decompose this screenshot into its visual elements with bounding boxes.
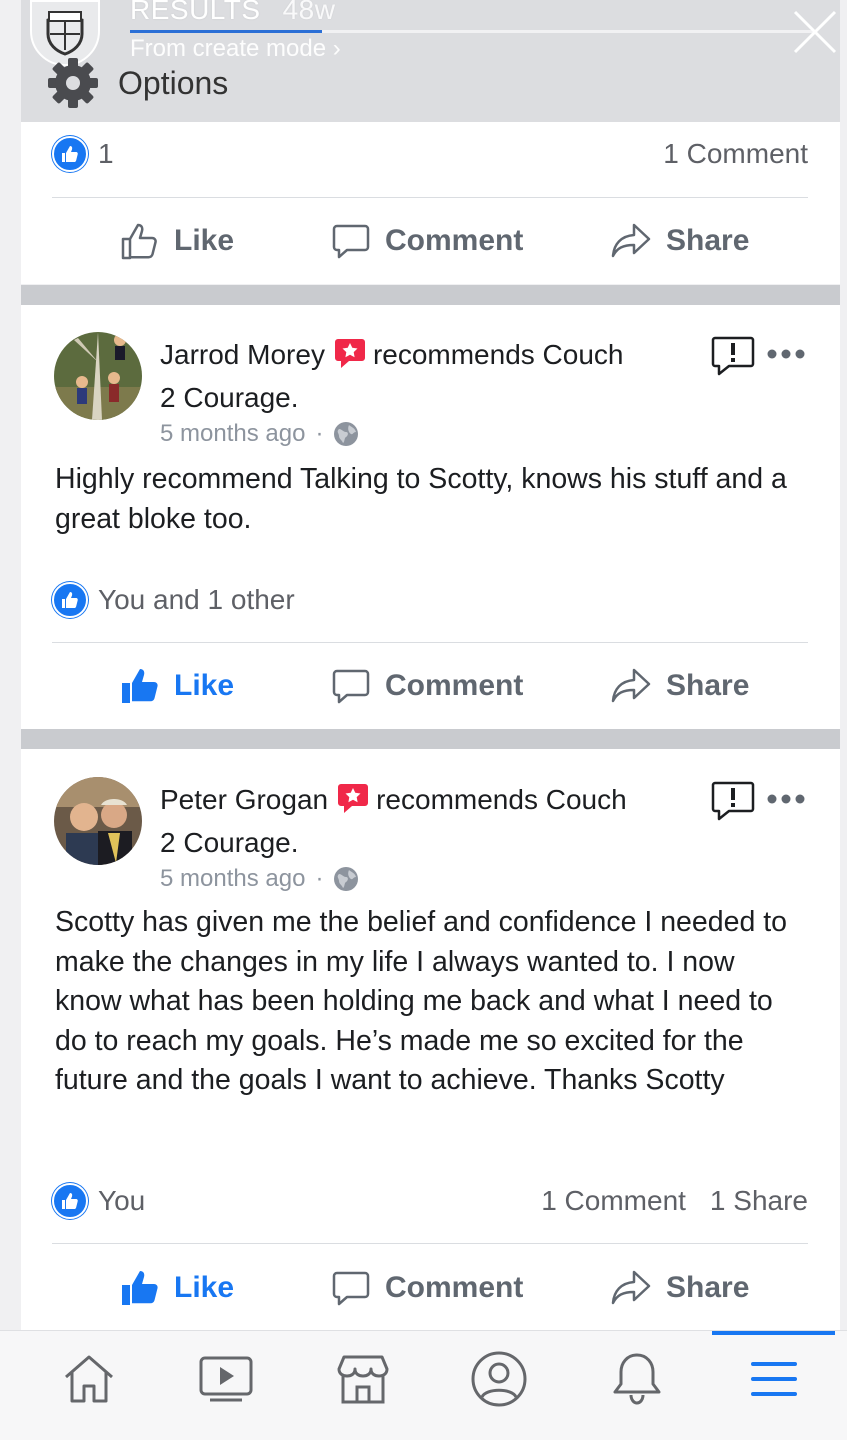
share-icon <box>611 1270 651 1305</box>
share-button[interactable]: Share <box>610 1253 749 1323</box>
post-timestamp: 5 months ago · <box>160 865 359 893</box>
post-body: Highly recommend Talking to Scotty, know… <box>55 463 787 535</box>
like-button[interactable]: Like <box>120 651 234 721</box>
avatar[interactable] <box>54 332 142 420</box>
nav-menu[interactable] <box>744 1349 804 1409</box>
post-actions: Like Comment Share <box>52 1253 808 1323</box>
story-title-text: RESULTS <box>130 0 261 25</box>
report-icon[interactable] <box>711 336 755 376</box>
bottom-navigation <box>0 1330 847 1440</box>
post-header: Jarrod Morey recommends Couch 2 Courage. <box>160 336 720 416</box>
section-separator <box>21 729 840 749</box>
post-stats: You and 1 other <box>52 576 808 624</box>
comment-count[interactable]: 1 Comment <box>663 138 808 170</box>
post-body: Scotty has given me the belief and confi… <box>55 906 787 1096</box>
report-icon[interactable] <box>711 781 755 821</box>
section-separator <box>21 285 840 305</box>
story-progress-bar <box>130 30 816 33</box>
like-reaction-icon[interactable] <box>52 582 88 618</box>
comment-button[interactable]: Comment <box>331 1253 523 1323</box>
like-button[interactable]: Like <box>120 1253 234 1323</box>
page-name[interactable]: 2 Courage. <box>160 827 299 858</box>
divider <box>52 197 808 198</box>
recommend-icon <box>336 781 370 824</box>
post-timestamp: 5 months ago · <box>160 420 359 448</box>
like-label: Like <box>174 669 235 702</box>
watch-icon <box>199 1356 253 1402</box>
home-icon <box>65 1355 113 1403</box>
story-progress-fill <box>130 30 323 33</box>
gear-icon <box>48 58 98 108</box>
share-icon <box>611 668 651 703</box>
nav-profile[interactable] <box>469 1349 529 1409</box>
recommend-icon <box>333 336 367 379</box>
top-post-actions: Like Comment Share <box>52 206 808 276</box>
time-text[interactable]: 5 months ago <box>160 865 305 893</box>
like-label: Like <box>174 224 235 257</box>
like-reaction-icon[interactable] <box>52 136 88 172</box>
share-label: Share <box>666 224 750 257</box>
share-label: Share <box>666 1271 750 1304</box>
separator-dot: · <box>315 865 324 892</box>
globe-icon <box>334 422 359 446</box>
comment-label: Comment <box>385 669 524 702</box>
avatar[interactable] <box>54 777 142 865</box>
author-name[interactable]: Peter Grogan <box>160 784 328 815</box>
share-label: Share <box>666 669 750 702</box>
separator-dot: · <box>315 420 324 447</box>
nav-home[interactable] <box>59 1349 119 1409</box>
thumbs-up-filled-icon <box>122 1271 158 1305</box>
profile-icon <box>471 1351 527 1407</box>
divider <box>52 642 808 643</box>
thumbs-up-filled-icon <box>122 669 158 703</box>
share-button[interactable]: Share <box>610 206 749 276</box>
comment-icon <box>332 224 370 259</box>
share-icon <box>611 223 651 258</box>
story-header: RESULTS 48w From create mode › Options <box>0 0 847 122</box>
options-button[interactable]: Options <box>46 56 228 110</box>
author-name[interactable]: Jarrod Morey <box>160 339 325 370</box>
top-post-stats: 1 1 Comment <box>52 130 808 178</box>
marketplace-icon <box>337 1355 389 1404</box>
like-label: Like <box>174 1271 235 1304</box>
nav-notifications[interactable] <box>607 1349 667 1409</box>
comment-button[interactable]: Comment <box>331 206 523 276</box>
nav-marketplace[interactable] <box>333 1349 393 1409</box>
story-age: 48w <box>282 0 336 25</box>
post-header: Peter Grogan recommends Couch 2 Courage. <box>160 781 720 861</box>
active-tab-indicator <box>712 1331 835 1335</box>
comment-count[interactable]: 1 Comment <box>541 1185 686 1217</box>
comment-label: Comment <box>385 1271 524 1304</box>
more-options-icon[interactable] <box>766 792 806 806</box>
recommends-text: recommends Couch <box>376 784 627 815</box>
like-count[interactable]: 1 <box>98 138 114 170</box>
comment-icon <box>332 1271 370 1306</box>
globe-icon <box>334 867 359 891</box>
comment-label: Comment <box>385 224 524 257</box>
thumbs-up-outline-icon <box>121 223 157 260</box>
reaction-summary[interactable]: You and 1 other <box>98 584 295 616</box>
nav-watch[interactable] <box>196 1349 256 1409</box>
time-text[interactable]: 5 months ago <box>160 420 305 448</box>
reaction-summary[interactable]: You <box>98 1185 145 1217</box>
page-name[interactable]: 2 Courage. <box>160 382 299 413</box>
like-reaction-icon[interactable] <box>52 1183 88 1219</box>
close-icon[interactable] <box>791 8 839 56</box>
menu-icon <box>751 1362 797 1396</box>
post-actions: Like Comment Share <box>52 651 808 721</box>
comment-icon <box>332 669 370 704</box>
share-button[interactable]: Share <box>610 651 749 721</box>
notifications-icon <box>613 1353 661 1405</box>
divider <box>52 1243 808 1244</box>
story-title: RESULTS 48w <box>130 0 335 26</box>
options-label: Options <box>118 64 229 101</box>
like-button[interactable]: Like <box>120 206 234 276</box>
more-options-icon[interactable] <box>766 347 806 361</box>
recommends-text: recommends Couch <box>372 339 624 370</box>
comment-button[interactable]: Comment <box>331 651 523 721</box>
post-stats: You 1 Comment 1 Share <box>52 1177 808 1225</box>
share-count[interactable]: 1 Share <box>710 1185 808 1217</box>
shield-icon <box>46 11 84 56</box>
